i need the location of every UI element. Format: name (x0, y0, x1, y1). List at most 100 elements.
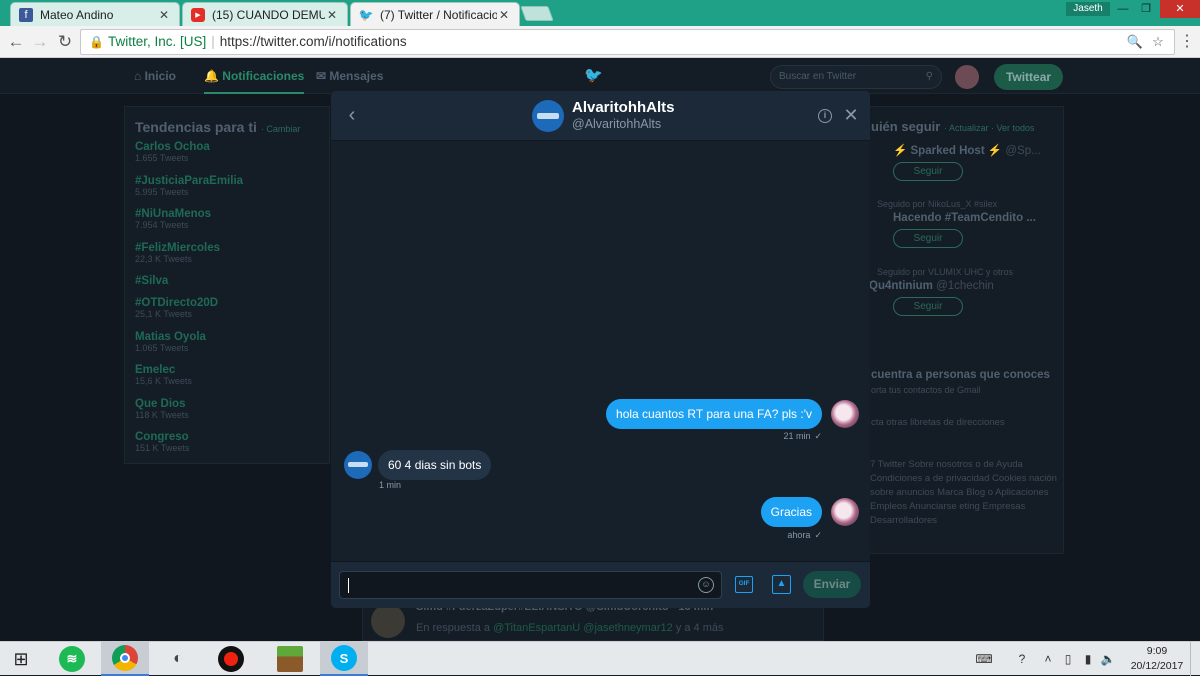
read-check-icon: ✓ (814, 530, 822, 540)
twitter-logo-icon[interactable]: 🐦 (584, 58, 603, 94)
search-placeholder: Buscar en Twitter (779, 71, 857, 82)
image-icon[interactable]: ▲ (772, 575, 791, 594)
browser-menu-icon[interactable]: ⋮ (1178, 30, 1196, 54)
tab-close-icon[interactable]: ✕ (497, 8, 511, 22)
forward-arrow-icon[interactable]: → (28, 30, 52, 54)
twitter-icon: 🐦 (358, 7, 374, 22)
minecraft-app[interactable] (266, 642, 314, 676)
chrome-app[interactable] (101, 642, 149, 676)
dm-header: ‹ AlvaritohhAlts @AlvaritohhAlts i ✕ (331, 91, 870, 141)
gif-icon[interactable]: GIF (735, 576, 753, 593)
suggestion-name[interactable]: ⚡ Sparked Host ⚡ @Sp... (869, 143, 1065, 157)
volume-icon[interactable]: 🔈 (1100, 642, 1116, 676)
address-bar[interactable]: 🔒 Twitter, Inc. [US] | https://twitter.com/… (80, 29, 1175, 55)
skype-app[interactable]: S (320, 642, 368, 676)
suggestion-name[interactable]: Hacendo #TeamCendito ... (869, 212, 1065, 224)
who-to-follow-title-text: uién seguir (871, 119, 941, 134)
browser-tab-youtube[interactable]: ▶ (15) CUANDO DEMUESTR ✕ (182, 2, 348, 26)
trends-change-link[interactable]: · Cambiar (261, 124, 301, 134)
chevron-up-icon[interactable]: ˄ (1040, 642, 1056, 676)
emoji-icon[interactable]: ☺ (698, 577, 714, 593)
follow-button[interactable]: Seguir (893, 297, 963, 316)
trend-name: #FelizMiercoles (135, 241, 221, 254)
nav-messages-label: Mensajes (329, 69, 384, 83)
find-people-sub[interactable]: orta tus contactos de Gmail (871, 385, 981, 395)
trend-item[interactable]: #NiUnaMenos 7.954 Tweets (135, 208, 319, 242)
suggestion-handle: @Sp... (1005, 145, 1041, 157)
suggestion-name[interactable]: Qu4ntinium @1chechin (869, 280, 1065, 292)
browser-tab-twitter[interactable]: 🐦 (7) Twitter / Notificacione ✕ (350, 2, 520, 26)
trend-count: 118 K Tweets (135, 409, 189, 420)
tab-close-icon[interactable]: ✕ (157, 8, 171, 22)
trend-item[interactable]: Emelec 15,6 K Tweets (135, 364, 319, 398)
tab-close-icon[interactable]: ✕ (325, 8, 339, 22)
read-check-icon: ✓ (814, 431, 822, 441)
bookmark-star-icon[interactable]: ☆ (1147, 30, 1169, 54)
browser-tab-facebook[interactable]: f Mateo Andino ✕ (10, 2, 180, 26)
who-to-follow-links[interactable]: · Actualizar · Ver todos (944, 123, 1035, 133)
reply-prefix: En respuesta a (416, 622, 490, 634)
maximize-icon[interactable]: ❐ (1133, 0, 1159, 18)
taskbar-clock[interactable]: 9:09 20/12/2017 (1126, 644, 1188, 674)
trend-item[interactable]: #JusticiaParaEmilia 5.995 Tweets (135, 175, 319, 209)
record-app[interactable] (207, 642, 255, 676)
message-bubble-outgoing[interactable]: hola cuantos RT para una FA? pls :'v (606, 399, 822, 429)
trend-item[interactable]: #Silva (135, 275, 319, 297)
trend-count: 7.954 Tweets (135, 220, 189, 230)
skype-icon: S (331, 645, 357, 671)
suggestion-handle: @1chechin (936, 280, 994, 292)
trend-item[interactable]: Matias Oyola 1.065 Tweets (135, 331, 319, 365)
chevron-left-icon[interactable]: ‹ (341, 104, 363, 126)
account-avatar[interactable] (955, 65, 979, 89)
tweet-button[interactable]: Twittear (994, 64, 1063, 90)
message-bubble-incoming[interactable]: 60 4 dias sin bots (378, 450, 492, 480)
profile-chip[interactable]: Jaseth (1066, 2, 1110, 16)
nav-messages[interactable]: ✉ Mensajes (316, 58, 383, 94)
nav-notifications[interactable]: 🔔 Notificaciones (204, 58, 305, 94)
windows-start-icon[interactable]: ⊞ (0, 642, 42, 676)
trends-title: Tendencias para ti · Cambiar (135, 119, 319, 135)
follow-button[interactable]: Seguir (893, 229, 963, 248)
reply-users[interactable]: @TitanEspartanU @jasethneymar12 (493, 622, 673, 634)
steam-like-icon: ◐ (165, 646, 191, 672)
tab-title: Mateo Andino (40, 7, 114, 22)
trend-item[interactable]: Congreso 151 K Tweets (135, 431, 319, 465)
trend-item[interactable]: Que Dios 118 K Tweets (135, 398, 319, 432)
twitter-search-input[interactable]: Buscar en Twitter ⚲ (770, 65, 942, 89)
discord-app[interactable]: ◐ (154, 642, 202, 676)
youtube-icon: ▶ (191, 7, 205, 22)
send-button[interactable]: Enviar (803, 571, 861, 598)
trend-name: Carlos Ochoa (135, 141, 210, 153)
help-icon[interactable]: ? (1012, 642, 1032, 676)
trend-count: 1.065 Tweets (135, 342, 189, 353)
find-people-link[interactable]: cta otras libretas de direcciones (871, 417, 1005, 428)
close-icon[interactable]: ✕ (841, 105, 861, 125)
keyboard-icon[interactable]: ⌨ (972, 642, 996, 676)
browser-tab-strip: f Mateo Andino ✕ ▶ (15) CUANDO DEMUESTR … (0, 0, 1200, 26)
battery-icon[interactable]: ▯ (1060, 642, 1076, 676)
network-icon[interactable]: ▮ (1080, 642, 1096, 676)
reload-icon[interactable]: ↻ (53, 30, 77, 54)
trend-item[interactable]: Carlos Ochoa 1.655 Tweets (135, 141, 319, 175)
trend-item[interactable]: #FelizMiercoles 22,3 K Tweets (135, 242, 319, 276)
back-arrow-icon[interactable]: ← (4, 30, 28, 54)
info-icon[interactable]: i (818, 109, 832, 123)
zoom-icon[interactable]: 🔍 (1124, 30, 1146, 54)
window-close-icon[interactable]: ✕ (1160, 0, 1200, 18)
nav-home[interactable]: ⌂ Inicio (134, 58, 176, 94)
facebook-icon: f (19, 7, 33, 22)
dm-user-avatar[interactable] (532, 100, 564, 132)
follow-button[interactable]: Seguir (893, 162, 963, 181)
message-time: 1 min (379, 480, 402, 490)
dm-user-handle[interactable]: @AlvaritohhAlts (572, 117, 661, 131)
message-input[interactable] (339, 571, 722, 599)
trend-name: #Silva (135, 275, 169, 287)
new-tab-button[interactable] (520, 6, 554, 21)
spotify-app[interactable]: ≋ (48, 642, 96, 676)
show-desktop-button[interactable] (1190, 642, 1200, 676)
text-caret (348, 578, 349, 594)
trend-name: Matias Oyola (135, 330, 206, 343)
message-bubble-outgoing[interactable]: Gracias (760, 497, 822, 527)
dm-user-name[interactable]: AlvaritohhAlts (572, 99, 675, 116)
trend-item[interactable]: #OTDirecto20D 25,1 K Tweets (135, 297, 319, 331)
